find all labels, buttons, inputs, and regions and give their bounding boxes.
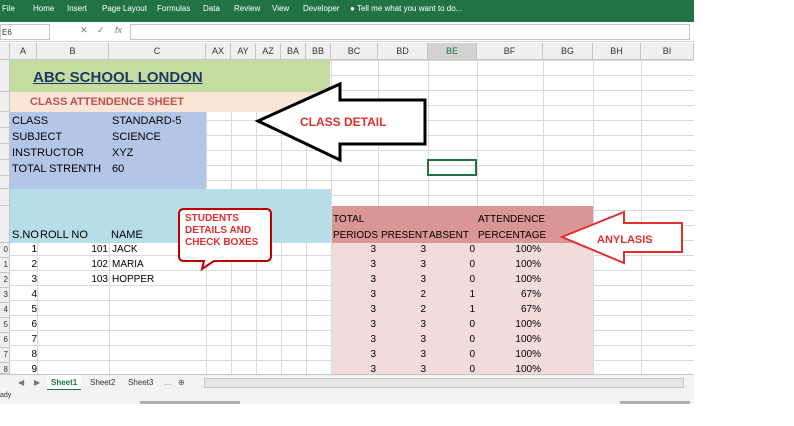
bubble-line: DETAILS AND	[185, 225, 252, 236]
sheet-tab-sheet2[interactable]: Sheet2	[86, 375, 119, 391]
status-bar: ady	[0, 390, 694, 404]
analysis-annotation: ANYLASIS	[597, 234, 653, 246]
bubble-line: STUDENTS	[185, 213, 239, 224]
students-bubble-text: STUDENTS DETAILS AND CHECK BOXES	[185, 213, 258, 249]
status-ready: ady	[0, 392, 12, 399]
status-divider	[620, 401, 690, 404]
horizontal-scrollbar[interactable]	[204, 378, 684, 388]
scroll-left-icon[interactable]: ◀	[14, 375, 28, 391]
status-divider	[140, 401, 240, 404]
bubble-line: CHECK BOXES	[185, 237, 259, 248]
annotation-layer	[178, 81, 683, 272]
add-sheet-icon[interactable]: ⊕	[174, 375, 189, 391]
sheet-tab-sheet3[interactable]: Sheet3	[124, 375, 157, 391]
scroll-right-icon[interactable]: ▶	[30, 375, 44, 391]
class-detail-annotation: CLASS DETAIL	[300, 115, 387, 129]
sheet-tab-bar: ◀ ▶ Sheet1 Sheet2 Sheet3 … ⊕	[0, 374, 694, 391]
sheet-tab-sheet1[interactable]: Sheet1	[47, 375, 82, 391]
